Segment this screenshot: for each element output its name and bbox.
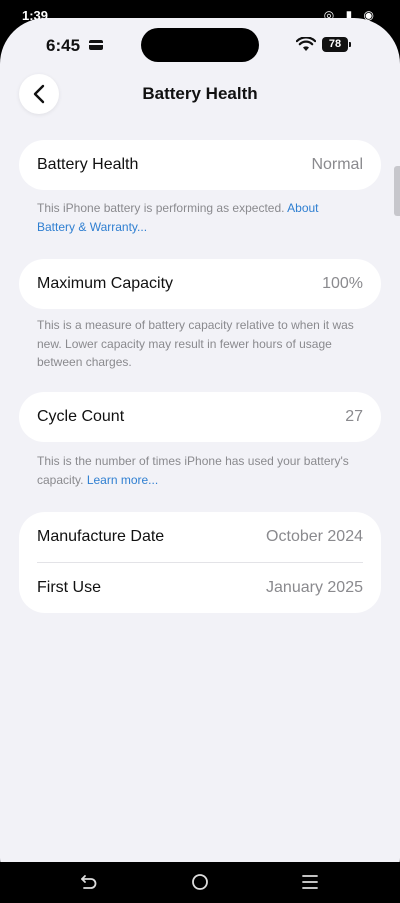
wallet-card-icon [89,40,103,50]
maximum-capacity-note: This is a measure of battery capacity re… [37,318,354,369]
system-back-button[interactable] [79,872,99,892]
battery-health-footnote: This iPhone battery is performing as exp… [37,199,357,236]
maximum-capacity-label: Maximum Capacity [37,275,174,292]
menu-lines-icon [302,875,318,889]
battery-health-group: Battery Health Normal [19,140,381,190]
status-time: 6:45 [46,36,81,55]
maximum-capacity-row: Maximum Capacity 100% [19,259,381,309]
cycle-count-row: Cycle Count 27 [19,392,381,442]
system-home-button[interactable] [190,872,210,892]
dynamic-island [141,28,259,62]
cycle-count-footnote: This is the number of times iPhone has u… [37,452,357,489]
first-use-value: January 2025 [266,579,363,596]
home-circle-icon [192,874,208,890]
back-arrow-icon [81,875,97,889]
battery-health-label: Battery Health [37,156,139,173]
system-navigation-bar [0,862,400,903]
battery-level: 78 [328,38,342,50]
cycle-count-value: 27 [345,408,363,425]
wifi-icon [296,37,316,51]
battery-health-row: Battery Health Normal [19,140,381,190]
ios-status-bar: 6:45 78 [0,18,400,74]
navigation-bar: Battery Health [0,74,400,114]
first-use-label: First Use [37,579,101,596]
battery-icon: 78 [322,37,351,52]
cycle-count-group: Cycle Count 27 [19,392,381,442]
battery-health-value: Normal [311,156,363,173]
manufacture-date-value: October 2024 [266,528,363,545]
cycle-count-label: Cycle Count [37,408,125,425]
manufacture-date-label: Manufacture Date [37,528,165,545]
dates-group: Manufacture Date October 2024 First Use … [19,512,381,613]
learn-more-link[interactable]: Learn more... [87,473,158,487]
first-use-row: First Use January 2025 [19,563,381,613]
manufacture-date-row: Manufacture Date October 2024 [19,512,381,562]
maximum-capacity-value: 100% [322,275,363,292]
battery-health-note: This iPhone battery is performing as exp… [37,201,285,215]
cycle-count-note: This is the number of times iPhone has u… [37,454,349,487]
page-title: Battery Health [142,84,258,103]
phone-screen: 6:45 78 Battery Health Battery Health No… [0,18,400,884]
system-recents-button[interactable] [300,872,320,892]
scroll-indicator[interactable] [394,166,400,216]
maximum-capacity-footnote: This is a measure of battery capacity re… [37,316,357,372]
maximum-capacity-group: Maximum Capacity 100% [19,259,381,309]
